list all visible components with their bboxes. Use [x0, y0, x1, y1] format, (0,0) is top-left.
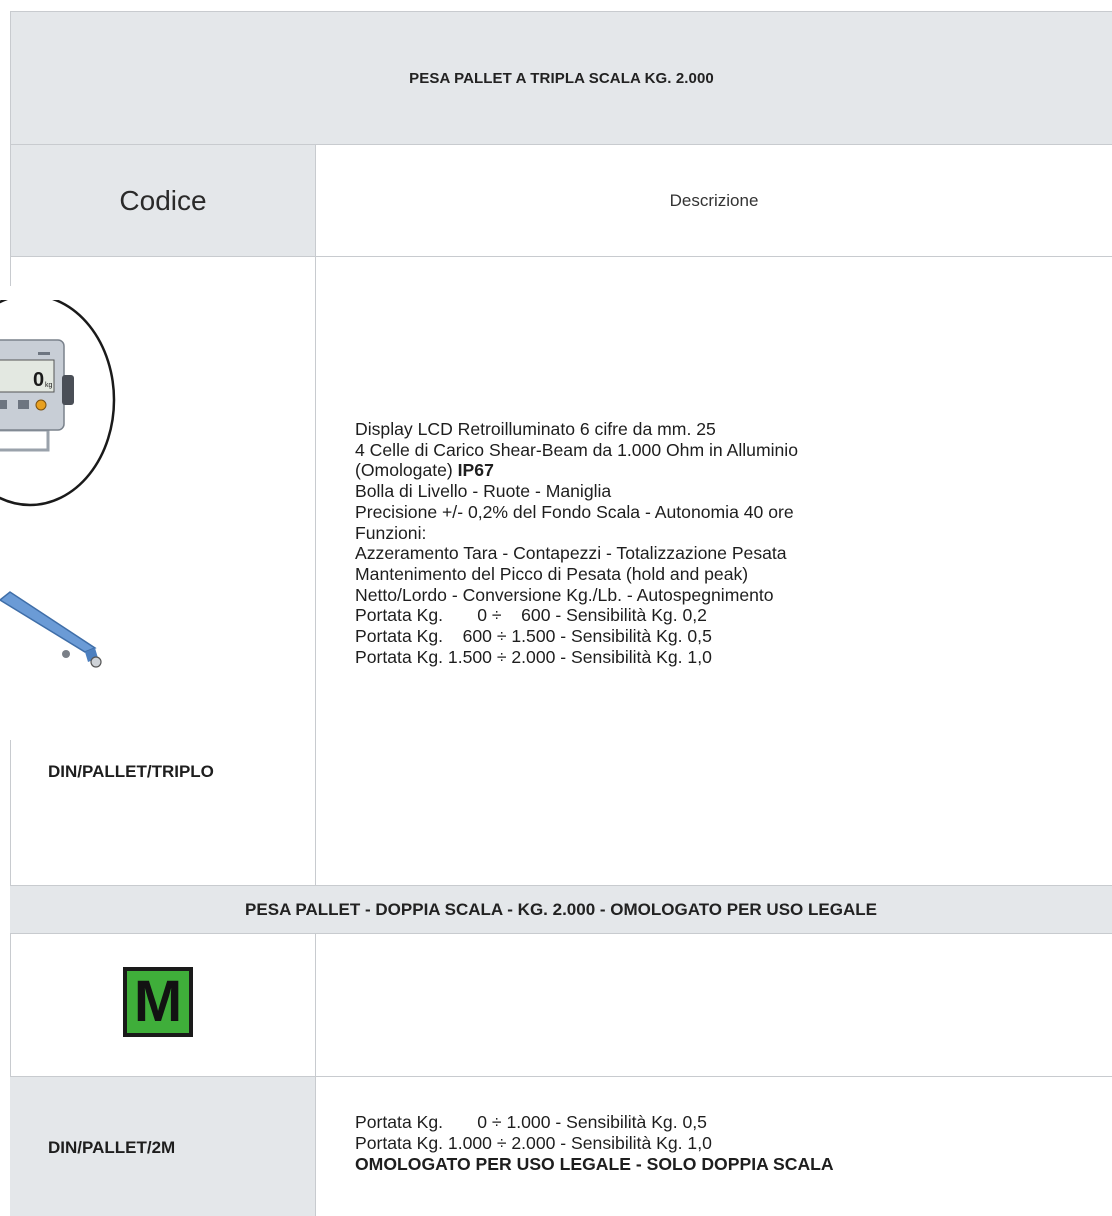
badge-letter: M [127, 971, 189, 1033]
display-zoom-circle: 0 kg [0, 300, 116, 507]
description-line: Portata Kg. 0 ÷ 1.000 - Sensibilità Kg. … [355, 1112, 707, 1132]
header-descrizione: Descrizione [315, 144, 1112, 256]
column-divider [315, 933, 316, 1216]
description-line: Azzeramento Tara - Contapezzi - Totalizz… [355, 543, 787, 564]
description-line: Portata Kg. 0 ÷ 600 - Sensibilità Kg. 0,… [355, 605, 707, 626]
row-divider [10, 933, 1112, 934]
description-line: (Omologate) IP67 [355, 460, 995, 481]
description-line: Portata Kg. 600 ÷ 1.500 - Sensibilità Kg… [355, 626, 712, 647]
product-code-2m: DIN/PALLET/2M [48, 1138, 176, 1157]
pallet-scale-photo: 0 kg [0, 300, 116, 668]
description-line-bold: OMOLOGATO PER USO LEGALE - SOLO DOPPIA S… [355, 1154, 834, 1174]
section-title-2m: PESA PALLET - DOPPIA SCALA - KG. 2.000 -… [10, 885, 1112, 933]
product-code-triplo: DIN/PALLET/TRIPLO [48, 762, 214, 781]
left-border [10, 933, 11, 1076]
product-description-2m: Portata Kg. 0 ÷ 1.000 - Sensibilità Kg. … [355, 1112, 1055, 1175]
description-line: Mantenimento del Picco di Pesata (hold a… [355, 563, 749, 584]
description-line: Portata Kg. 1.000 ÷ 2.000 - Sensibilità … [355, 1133, 712, 1153]
product-description-triplo: Display LCD Retroilluminato 6 cifre da m… [355, 419, 995, 667]
description-line: Netto/Lordo - Conversione Kg./Lb. - Auto… [355, 584, 774, 605]
description-line: Bolla di Livello - Ruote - Maniglia [355, 481, 612, 502]
metrology-m-badge: M [123, 967, 193, 1037]
description-line: 4 Celle di Carico Shear-Beam da 1.000 Oh… [355, 439, 798, 460]
display-reading: 0 [33, 369, 44, 391]
pallet-fork [0, 591, 102, 668]
column-divider [315, 256, 316, 885]
description-line: Portata Kg. 1.500 ÷ 2.000 - Sensibilità … [355, 646, 712, 667]
ip-rating: IP67 [457, 460, 494, 481]
header-codice: Codice [10, 144, 315, 256]
section-title-triplo: PESA PALLET A TRIPLA SCALA KG. 2.000 [10, 11, 1112, 144]
row-divider [10, 256, 1112, 257]
left-border-top [10, 256, 11, 286]
description-line: Precisione +/- 0,2% del Fondo Scala - Au… [355, 501, 794, 522]
omologate-text: (Omologate) [355, 460, 458, 481]
description-line: Display LCD Retroilluminato 6 cifre da m… [355, 419, 716, 439]
display-unit: kg [45, 382, 53, 389]
description-line: Funzioni: [355, 522, 427, 543]
left-border-bottom [10, 740, 11, 885]
